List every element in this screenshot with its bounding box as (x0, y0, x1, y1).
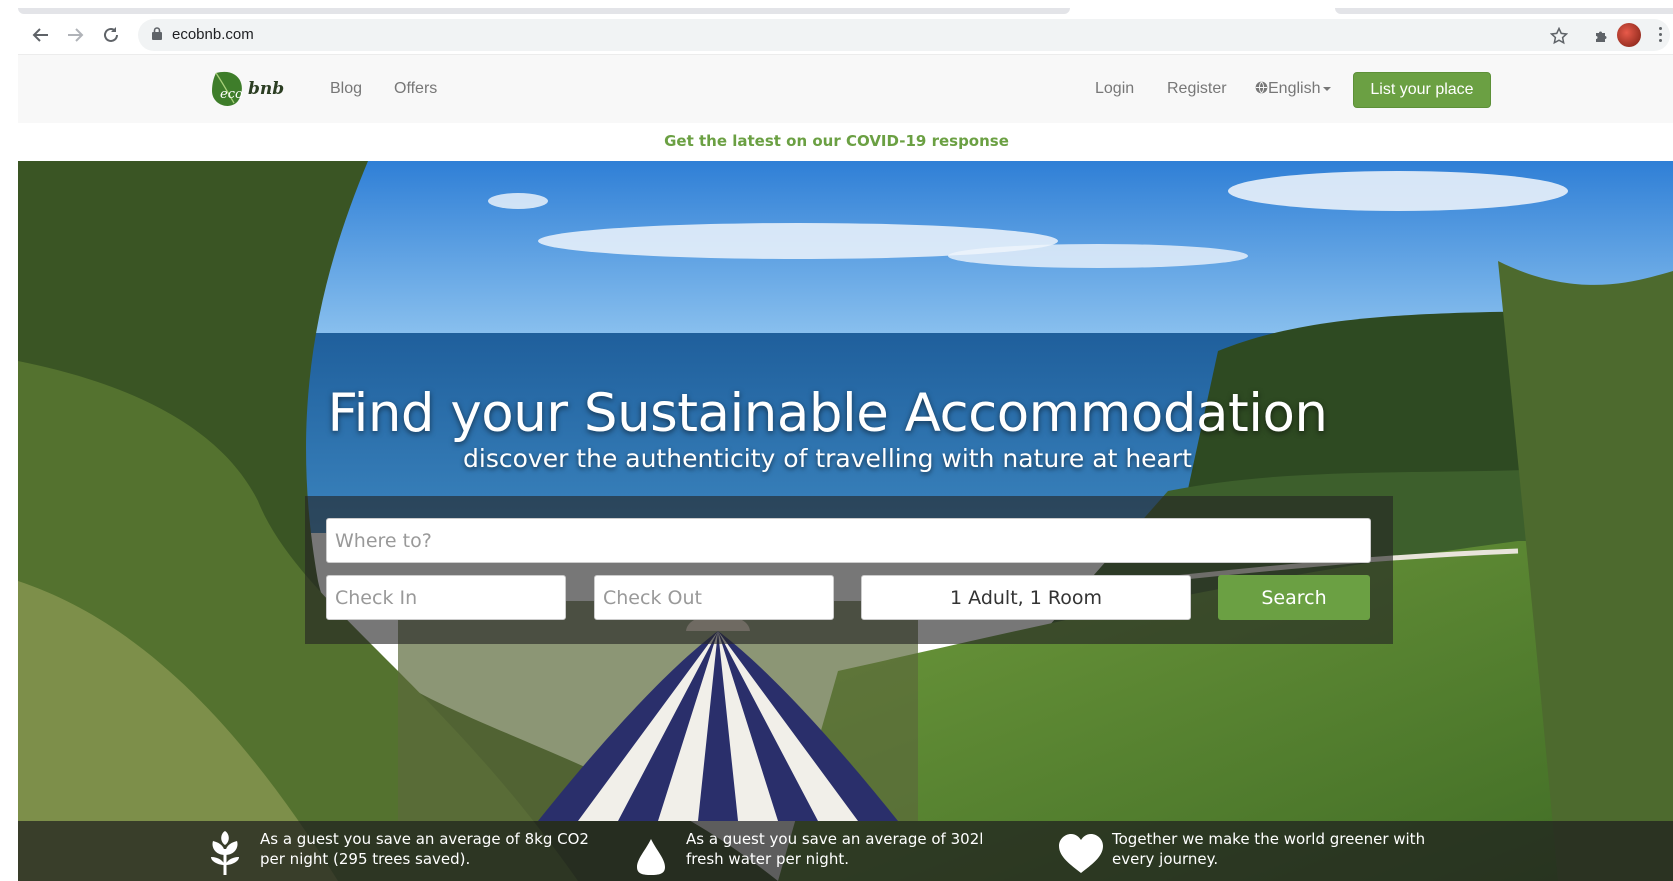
covid-link[interactable]: Get the latest on our COVID-19 response (664, 132, 1009, 150)
language-selector[interactable]: English (1255, 80, 1332, 98)
hero-subtitle: discover the authenticity of travelling … (463, 444, 1192, 473)
register-link[interactable]: Register (1167, 80, 1227, 98)
lock-icon (152, 27, 162, 45)
back-arrow-icon[interactable] (28, 22, 54, 48)
nav-blog-link[interactable]: Blog (330, 80, 362, 98)
star-icon[interactable] (1548, 25, 1570, 47)
ecobnb-logo[interactable]: eco bnb (208, 65, 284, 111)
destination-input[interactable]: Where to? (326, 518, 1371, 563)
search-button[interactable]: Search (1218, 575, 1370, 620)
url-text: ecobnb.com (172, 26, 254, 43)
covid-banner: Get the latest on our COVID-19 response (18, 123, 1673, 161)
language-label: English (1268, 80, 1321, 97)
logo-wordmark: bnb (248, 79, 285, 99)
tab-strip (0, 0, 1673, 16)
water-drop-icon (637, 839, 665, 875)
browser-toolbar: ecobnb.com (0, 16, 1673, 54)
site-header: eco bnb Blog Offers Login Register Engli… (18, 54, 1673, 124)
more-menu-icon[interactable] (1659, 27, 1663, 43)
search-panel: Where to? Check In Check Out 1 Adult, 1 … (305, 496, 1393, 644)
nav-offers-link[interactable]: Offers (394, 80, 437, 98)
stat-water-text: As a guest you save an average of 302l f… (686, 830, 984, 868)
stat-greener-text: Together we make the world greener with … (1112, 830, 1426, 868)
tab-bar-segment (1335, 8, 1673, 14)
login-link[interactable]: Login (1095, 80, 1134, 98)
heart-icon (1059, 834, 1103, 873)
list-your-place-button[interactable]: List your place (1353, 72, 1491, 108)
hero-section: Find your Sustainable Accommodation disc… (18, 161, 1673, 881)
hero-title: Find your Sustainable Accommodation (327, 383, 1328, 444)
stat-co2-text: As a guest you save an average of 8kg CO… (260, 830, 589, 868)
check-in-input[interactable]: Check In (326, 575, 566, 620)
chevron-down-icon (1323, 86, 1332, 91)
check-out-input[interactable]: Check Out (594, 575, 834, 620)
svg-text:eco: eco (220, 87, 243, 102)
guests-rooms-selector[interactable]: 1 Adult, 1 Room (861, 575, 1191, 620)
globe-icon (1255, 81, 1268, 94)
puzzle-extension-icon[interactable] (1591, 25, 1613, 47)
impact-stats-bar: As a guest you save an average of 8kg CO… (18, 821, 1673, 881)
address-bar[interactable]: ecobnb.com (138, 19, 1670, 51)
plant-icon (211, 831, 239, 875)
reload-icon[interactable] (98, 22, 124, 48)
forward-arrow-icon[interactable] (62, 22, 88, 48)
tab-bar-segment (18, 8, 1070, 14)
profile-avatar[interactable] (1617, 23, 1641, 47)
